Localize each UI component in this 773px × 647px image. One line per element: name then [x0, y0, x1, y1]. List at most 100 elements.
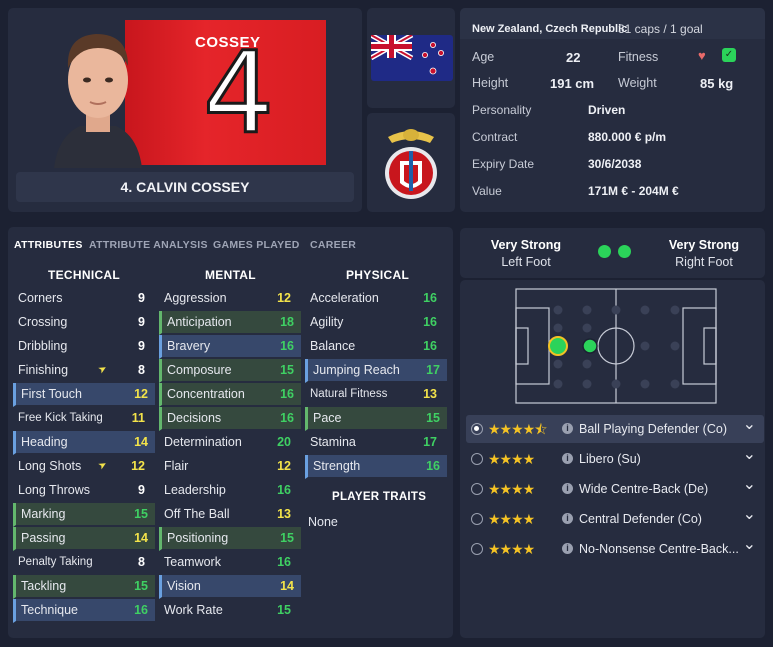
attribute-row[interactable]: Long Throws 9 — [13, 479, 155, 503]
height-value: 191 cm — [550, 76, 595, 91]
attribute-row[interactable]: Crossing 9 — [13, 311, 155, 335]
right-foot-strength: Very Strong — [668, 238, 740, 252]
info-icon[interactable]: i — [562, 543, 573, 554]
attribute-name: Flair — [164, 459, 189, 473]
attribute-row[interactable]: Determination 20 — [159, 431, 301, 455]
attribute-value: 16 — [280, 387, 294, 401]
attribute-row[interactable]: First Touch 12 — [13, 383, 155, 407]
role-row[interactable]: ★★★★ i Libero (Su) ⌄ — [466, 445, 764, 473]
player-name: 4. CALVIN COSSEY — [16, 172, 354, 202]
role-radio[interactable] — [471, 513, 483, 525]
new-zealand-flag-icon — [371, 35, 453, 81]
player-traits-value: None — [308, 515, 338, 529]
attribute-value: 17 — [423, 435, 437, 449]
tab-career[interactable]: CAREER — [310, 239, 356, 251]
attribute-row[interactable]: Teamwork 16 — [159, 551, 301, 575]
attribute-name: Penalty Taking — [18, 556, 93, 568]
attribute-value: 9 — [138, 339, 145, 353]
attribute-row[interactable]: Tackling 15 — [13, 575, 155, 599]
nation-flag-panel[interactable] — [367, 8, 455, 108]
attribute-row[interactable]: Heading 14 — [13, 431, 155, 455]
attribute-row[interactable]: Natural Fitness 13 — [305, 383, 447, 407]
attribute-name: First Touch — [21, 387, 82, 401]
tab-games-played[interactable]: GAMES PLAYED — [213, 239, 300, 251]
attribute-row[interactable]: Balance 16 — [305, 335, 447, 359]
attributes-panel: ATTRIBUTES ATTRIBUTE ANALYSIS GAMES PLAY… — [8, 227, 453, 638]
attribute-name: Passing — [21, 531, 66, 545]
role-row[interactable]: ★★★★ i Wide Centre-Back (De) ⌄ — [466, 475, 764, 503]
personality-label: Personality — [472, 103, 532, 117]
role-radio[interactable] — [471, 543, 483, 555]
positions-panel: ★★★★⯪ i Ball Playing Defender (Co) ⌄ ★★★★ i Li… — [460, 280, 765, 638]
chevron-down-icon[interactable]: ⌄ — [743, 471, 756, 499]
player-traits-header: PLAYER TRAITS — [332, 491, 427, 503]
attribute-name: Finishing — [18, 363, 69, 377]
chevron-down-icon[interactable]: ⌄ — [743, 531, 756, 559]
attribute-value: 16 — [277, 555, 291, 569]
attribute-row[interactable]: Work Rate 15 — [159, 599, 301, 623]
attribute-row[interactable]: Marking 15 — [13, 503, 155, 527]
attribute-value: 12 — [277, 459, 291, 473]
attribute-row[interactable]: Technique 16 — [13, 599, 155, 623]
value-value: 171M € - 204M € — [588, 184, 679, 198]
role-name: No-Nonsense Centre-Back... — [579, 542, 739, 556]
attribute-value: 16 — [426, 459, 440, 473]
attribute-row[interactable]: Stamina 17 — [305, 431, 447, 455]
attribute-name: Free Kick Taking — [18, 412, 103, 424]
attribute-row[interactable]: Decisions 16 — [159, 407, 301, 431]
star-rating-icon: ★★★★ — [488, 451, 535, 467]
role-radio[interactable] — [471, 423, 483, 435]
attribute-row[interactable]: Long Shots 12 ➤ — [13, 455, 155, 479]
attribute-row[interactable]: Composure 15 — [159, 359, 301, 383]
attribute-row[interactable]: Anticipation 18 — [159, 311, 301, 335]
attribute-row[interactable]: Vision 14 — [159, 575, 301, 599]
attribute-row[interactable]: Free Kick Taking 11 — [13, 407, 155, 431]
star-rating-icon: ★★★★⯪ — [488, 421, 547, 437]
role-row[interactable]: ★★★★ i Central Defender (Co) ⌄ — [466, 505, 764, 533]
attribute-name: Acceleration — [310, 291, 379, 305]
heart-icon: ♥ — [698, 48, 706, 63]
star-rating-icon: ★★★★ — [488, 511, 535, 527]
info-icon[interactable]: i — [562, 453, 573, 464]
chevron-down-icon[interactable]: ⌄ — [743, 501, 756, 529]
tab-attribute-analysis[interactable]: ATTRIBUTE ANALYSIS — [89, 239, 208, 251]
attribute-row[interactable]: Pace 15 — [305, 407, 447, 431]
attribute-row[interactable]: Finishing 8 ➤ — [13, 359, 155, 383]
club-crest-icon — [385, 129, 437, 199]
info-icon[interactable]: i — [562, 483, 573, 494]
attribute-name: Off The Ball — [164, 507, 230, 521]
attribute-row[interactable]: Passing 14 — [13, 527, 155, 551]
technical-header: TECHNICAL — [48, 268, 121, 282]
star-rating-icon: ★★★★ — [488, 541, 535, 557]
attribute-row[interactable]: Concentration 16 — [159, 383, 301, 407]
attribute-row[interactable]: Positioning 15 — [159, 527, 301, 551]
info-icon[interactable]: i — [562, 513, 573, 524]
attribute-name: Decisions — [167, 411, 222, 425]
attribute-row[interactable]: Corners 9 — [13, 287, 155, 311]
attribute-row[interactable]: Penalty Taking 8 — [13, 551, 155, 575]
attribute-row[interactable]: Jumping Reach 17 — [305, 359, 447, 383]
attribute-value: 16 — [423, 339, 437, 353]
chevron-down-icon[interactable]: ⌄ — [743, 411, 756, 439]
attribute-value: 11 — [131, 411, 145, 425]
attribute-row[interactable]: Dribbling 9 — [13, 335, 155, 359]
attribute-row[interactable]: Off The Ball 13 — [159, 503, 301, 527]
attribute-row[interactable]: Flair 12 — [159, 455, 301, 479]
attribute-row[interactable]: Aggression 12 — [159, 287, 301, 311]
expiry-value: 30/6/2038 — [588, 157, 642, 171]
attribute-row[interactable]: Agility 16 — [305, 311, 447, 335]
club-crest-panel[interactable] — [367, 113, 455, 212]
role-row[interactable]: ★★★★⯪ i Ball Playing Defender (Co) ⌄ — [466, 415, 764, 443]
info-icon[interactable]: i — [562, 423, 573, 434]
left-foot-strength: Very Strong — [490, 238, 562, 252]
tab-attributes[interactable]: ATTRIBUTES — [14, 239, 83, 251]
role-radio[interactable] — [471, 453, 483, 465]
attribute-row[interactable]: Acceleration 16 — [305, 287, 447, 311]
attribute-row[interactable]: Leadership 16 — [159, 479, 301, 503]
role-row[interactable]: ★★★★ i No-Nonsense Centre-Back... ⌄ — [466, 535, 764, 563]
role-radio[interactable] — [471, 483, 483, 495]
attribute-name: Concentration — [167, 387, 245, 401]
attribute-row[interactable]: Bravery 16 — [159, 335, 301, 359]
attribute-row[interactable]: Strength 16 — [305, 455, 447, 479]
chevron-down-icon[interactable]: ⌄ — [743, 441, 756, 469]
